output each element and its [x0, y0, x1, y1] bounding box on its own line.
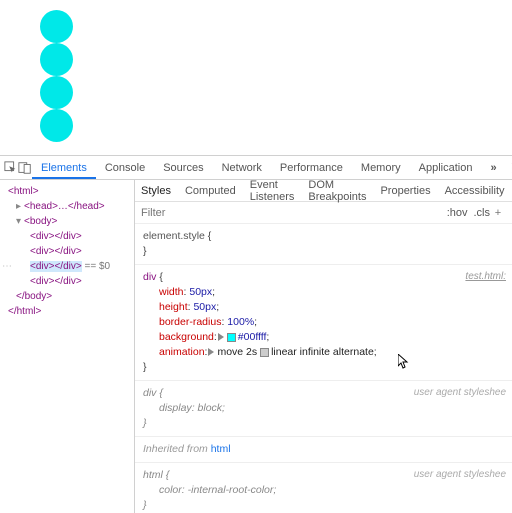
tab-sources[interactable]: Sources: [154, 157, 212, 179]
dom-line[interactable]: </body>: [2, 289, 132, 304]
css-decl[interactable]: animation:move 2s linear infinite altern…: [143, 345, 504, 360]
tab-application[interactable]: Application: [410, 157, 482, 179]
dom-line[interactable]: <div></div>: [2, 274, 132, 289]
dom-line[interactable]: ▾<body>: [2, 214, 132, 229]
css-decl[interactable]: height: 50px;: [143, 300, 504, 315]
inspect-icon[interactable]: [4, 158, 18, 178]
css-decl[interactable]: width: 50px;: [143, 285, 504, 300]
cyan-circle: [40, 109, 73, 142]
selector: element.style: [143, 230, 205, 242]
tab-elements[interactable]: Elements: [32, 157, 96, 179]
selector: html: [143, 469, 163, 481]
selector: div: [143, 387, 156, 399]
dom-line[interactable]: <div></div>: [2, 229, 132, 244]
devtools-panel: Elements Console Sources Network Perform…: [0, 155, 512, 512]
devtools-tabbar: Elements Console Sources Network Perform…: [0, 156, 512, 180]
dom-line[interactable]: ▸<head>…</head>: [2, 199, 132, 214]
cyan-circle: [40, 10, 73, 43]
new-style-rule-button[interactable]: +: [490, 207, 506, 219]
dom-tree[interactable]: <html> ▸<head>…</head> ▾<body> <div></di…: [0, 180, 135, 513]
caret-right-icon: ▸: [16, 199, 24, 214]
css-decl[interactable]: border-radius: 100%;: [143, 315, 504, 330]
ua-stylesheet-label: user agent styleshee: [414, 385, 506, 400]
color-swatch-icon[interactable]: [227, 333, 236, 342]
inherited-separator: Inherited from html: [135, 437, 512, 463]
css-decl: display: block;: [143, 401, 504, 416]
tab-memory[interactable]: Memory: [352, 157, 410, 179]
css-decl[interactable]: background:#00ffff;: [143, 330, 504, 345]
subtab-dom-breakpoints[interactable]: DOM Breakpoints: [308, 180, 366, 203]
styles-panel: Styles Computed Event Listeners DOM Brea…: [135, 180, 512, 513]
tab-console[interactable]: Console: [96, 157, 154, 179]
kebab-menu-icon[interactable]: [506, 158, 512, 178]
styles-subtabs: Styles Computed Event Listeners DOM Brea…: [135, 180, 512, 202]
css-decl: color: -internal-root-color;: [143, 483, 504, 498]
dom-line[interactable]: </html>: [2, 304, 132, 319]
tab-network[interactable]: Network: [213, 157, 271, 179]
expand-triangle-icon[interactable]: [208, 348, 214, 356]
tab-performance[interactable]: Performance: [271, 157, 352, 179]
rule-element-style[interactable]: element.style { }: [135, 224, 512, 265]
dom-line[interactable]: <div></div>: [2, 244, 132, 259]
expand-triangle-icon[interactable]: [218, 333, 224, 341]
cls-toggle[interactable]: .cls: [474, 207, 491, 219]
subtab-accessibility[interactable]: Accessibility: [445, 185, 505, 197]
selected-dots-icon: ⋯: [2, 259, 12, 274]
source-link[interactable]: test.html:: [465, 269, 506, 284]
styles-filter-input[interactable]: [141, 207, 211, 219]
cyan-circle: [40, 43, 73, 76]
cyan-circle: [40, 76, 73, 109]
subtab-computed[interactable]: Computed: [185, 185, 236, 197]
subtab-event-listeners[interactable]: Event Listeners: [250, 180, 295, 203]
subtab-properties[interactable]: Properties: [380, 185, 430, 197]
easing-swatch-icon[interactable]: [260, 348, 269, 357]
device-toggle-icon[interactable]: [18, 158, 32, 178]
style-rules: element.style { } test.html: div { width…: [135, 224, 512, 513]
rendered-page: [0, 0, 512, 155]
dom-line-selected[interactable]: ⋯<div></div> == $0: [2, 259, 132, 274]
ua-stylesheet-label: user agent styleshee: [414, 467, 506, 482]
devtools-main: <html> ▸<head>…</head> ▾<body> <div></di…: [0, 180, 512, 513]
rule-ua-html: user agent styleshee html { color: -inte…: [135, 463, 512, 513]
tabs-overflow-icon[interactable]: »: [481, 157, 505, 179]
hov-toggle[interactable]: :hov: [447, 207, 468, 219]
styles-filter-row: :hov .cls +: [135, 202, 512, 224]
dom-line[interactable]: <html>: [2, 184, 132, 199]
subtab-styles[interactable]: Styles: [141, 185, 171, 197]
caret-down-icon: ▾: [16, 214, 24, 229]
rule-ua-div: user agent styleshee div { display: bloc…: [135, 381, 512, 437]
rule-div[interactable]: test.html: div { width: 50px; height: 50…: [135, 265, 512, 381]
selector: div: [143, 271, 156, 283]
